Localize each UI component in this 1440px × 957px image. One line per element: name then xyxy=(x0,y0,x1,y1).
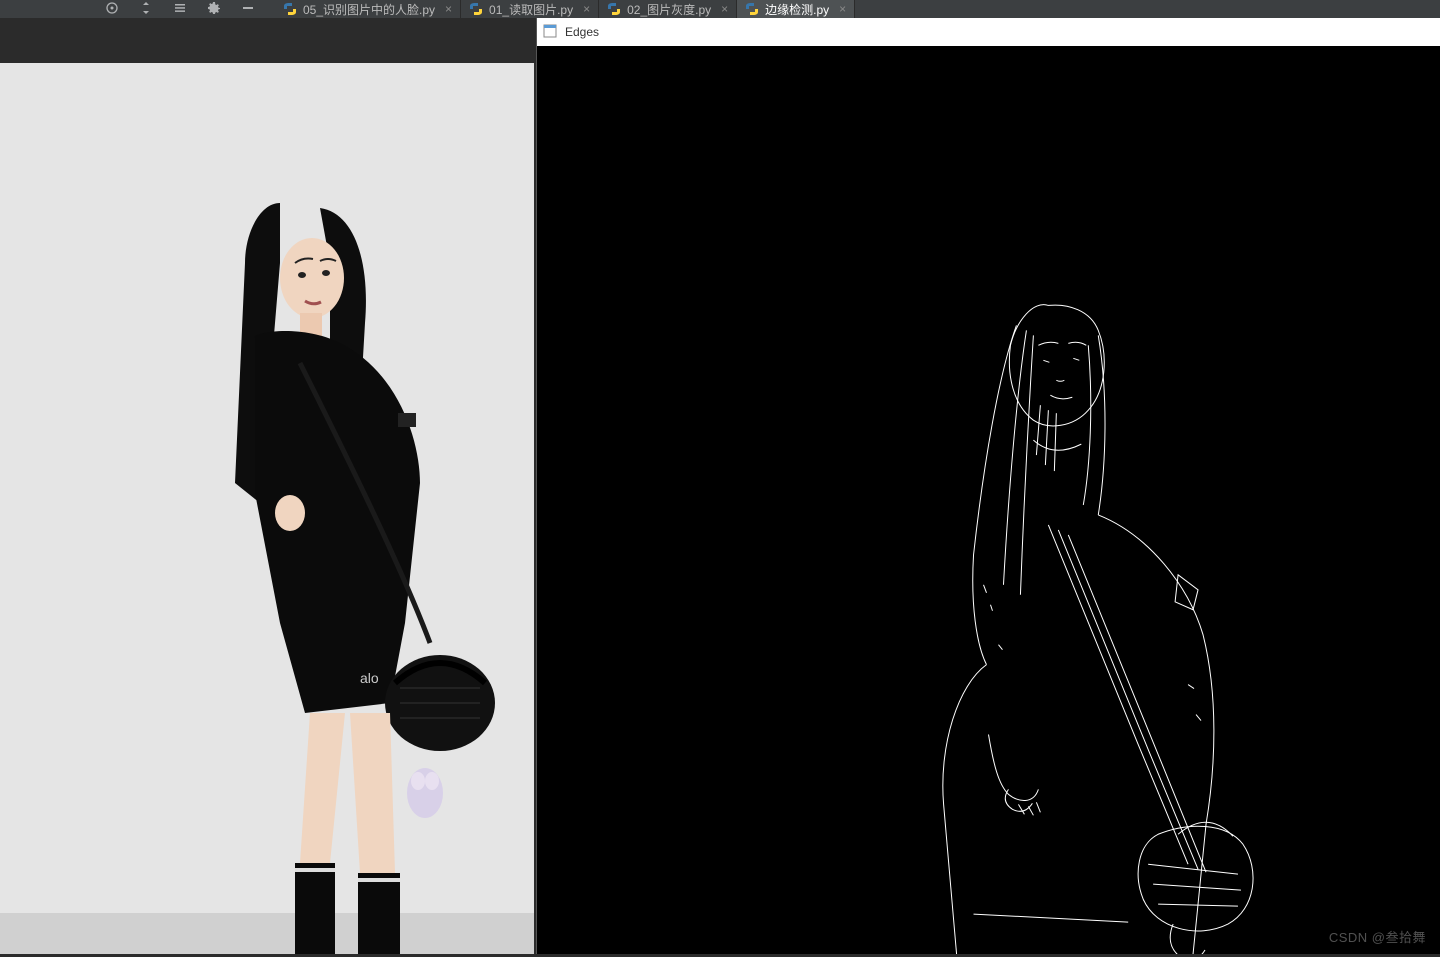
edges-output-window: Edges xyxy=(536,18,1440,954)
window-icon xyxy=(543,24,557,41)
tab-file-0[interactable]: 05_识别图片中的人脸.py × xyxy=(275,0,461,18)
up-down-icon[interactable] xyxy=(139,1,153,18)
photo-illustration: alo xyxy=(0,63,534,954)
target-icon[interactable] xyxy=(105,1,119,18)
ide-top-bar: 05_识别图片中的人脸.py × 01_读取图片.py × 02_图片灰度.py… xyxy=(0,0,1440,18)
minus-icon[interactable] xyxy=(241,1,255,18)
tab-label: 边缘检测.py xyxy=(765,1,829,18)
original-photo-pane: alo xyxy=(0,63,534,954)
edges-title: Edges xyxy=(565,25,599,39)
close-icon[interactable]: × xyxy=(445,2,452,16)
watermark-text: CSDN @叁拾舞 xyxy=(1329,927,1426,946)
list-icon[interactable] xyxy=(173,1,187,18)
toolbar-icon-group xyxy=(105,1,255,18)
tab-file-1[interactable]: 01_读取图片.py × xyxy=(461,0,599,18)
edges-canvas xyxy=(537,46,1440,954)
edges-titlebar[interactable]: Edges xyxy=(537,18,1440,46)
close-icon[interactable]: × xyxy=(839,2,846,16)
python-icon xyxy=(745,2,759,16)
python-icon xyxy=(283,2,297,16)
edge-detection-output xyxy=(537,46,1440,954)
close-icon[interactable]: × xyxy=(721,2,728,16)
python-icon xyxy=(607,2,621,16)
svg-text:alo: alo xyxy=(360,670,379,686)
tab-file-3[interactable]: 边缘检测.py × xyxy=(737,0,855,18)
tab-label: 05_识别图片中的人脸.py xyxy=(303,1,435,18)
tab-label: 01_读取图片.py xyxy=(489,1,573,18)
close-icon[interactable]: × xyxy=(583,2,590,16)
tab-file-2[interactable]: 02_图片灰度.py × xyxy=(599,0,737,18)
gear-icon[interactable] xyxy=(207,1,221,18)
python-icon xyxy=(469,2,483,16)
tab-label: 02_图片灰度.py xyxy=(627,1,711,18)
editor-tabs: 05_识别图片中的人脸.py × 01_读取图片.py × 02_图片灰度.py… xyxy=(275,0,855,18)
